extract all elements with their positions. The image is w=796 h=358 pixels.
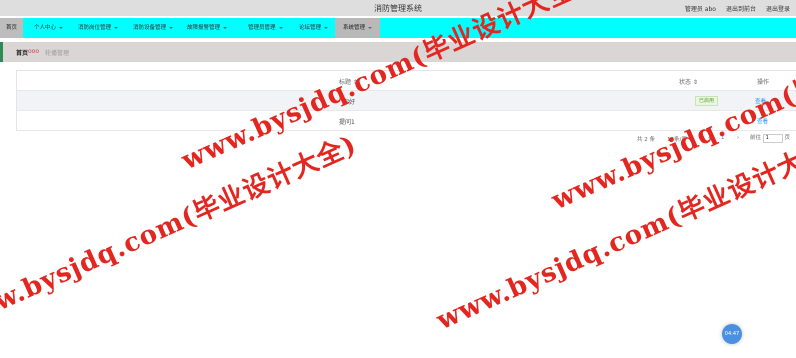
goto-page-input[interactable]: [762, 133, 783, 143]
breadcrumb-current: 轮播管理: [45, 50, 70, 57]
floating-time-button[interactable]: 04:47: [722, 324, 742, 344]
nav-admin[interactable]: 管理员管理: [248, 18, 283, 38]
column-header-status[interactable]: 状态 ⇕: [679, 77, 698, 86]
nav-fire-post[interactable]: 消防岗位管理: [78, 18, 119, 38]
chevron-down-icon: [278, 26, 283, 29]
nav-label: 个人中心: [34, 25, 57, 31]
nav-label: 消防设备管理: [133, 25, 167, 31]
back-to-front-link[interactable]: 退出到前台: [726, 4, 756, 13]
breadcrumb-separator: ooo: [28, 48, 40, 55]
breadcrumb-accent-bar: [0, 42, 3, 62]
chevron-down-icon: [223, 26, 228, 29]
user-label: 管理员 abo: [684, 6, 716, 13]
nav-personal-center[interactable]: 个人中心: [34, 18, 64, 38]
chevron-down-icon: [324, 26, 329, 29]
chevron-down-icon: [368, 26, 373, 29]
status-badge: 已启用: [695, 96, 719, 106]
nav-home[interactable]: 首页: [0, 18, 24, 38]
chevron-down-icon: [114, 26, 119, 29]
nav-label: 论坛管理: [299, 25, 322, 31]
top-header: 消防管理系统 管理员 abo 退出到前台 退出登录: [0, 0, 796, 16]
nav-system[interactable]: 系统管理: [335, 18, 381, 38]
nav-forum[interactable]: 论坛管理: [299, 18, 329, 38]
nav-fire-equipment[interactable]: 消防设备管理: [133, 18, 174, 38]
nav-label: 故障报警管理: [187, 25, 221, 31]
goto-label: 前往: [750, 135, 762, 141]
breadcrumb-home[interactable]: 首页: [16, 48, 28, 57]
chevron-down-icon: [59, 26, 64, 29]
chevron-down-icon: [169, 26, 174, 29]
goto-suffix: 页: [784, 135, 791, 141]
table-row: 你好 已启用 查看: [17, 91, 796, 111]
goto-page: 前往 页: [750, 133, 790, 143]
nav-label: 系统管理: [343, 25, 366, 31]
app-title: 消防管理系统: [374, 4, 422, 13]
main-nav: 首页 个人中心 消防岗位管理 消防设备管理 故障报警管理 管理员管理 论坛管理 …: [0, 18, 796, 38]
nav-fault-alarm[interactable]: 故障报警管理: [187, 18, 228, 38]
nav-label: 消防岗位管理: [78, 25, 112, 31]
logout-link[interactable]: 退出登录: [766, 4, 790, 13]
header-links: 管理员 abo 退出到前台 退出登录: [685, 4, 790, 13]
nav-label: 管理员管理: [248, 25, 276, 31]
